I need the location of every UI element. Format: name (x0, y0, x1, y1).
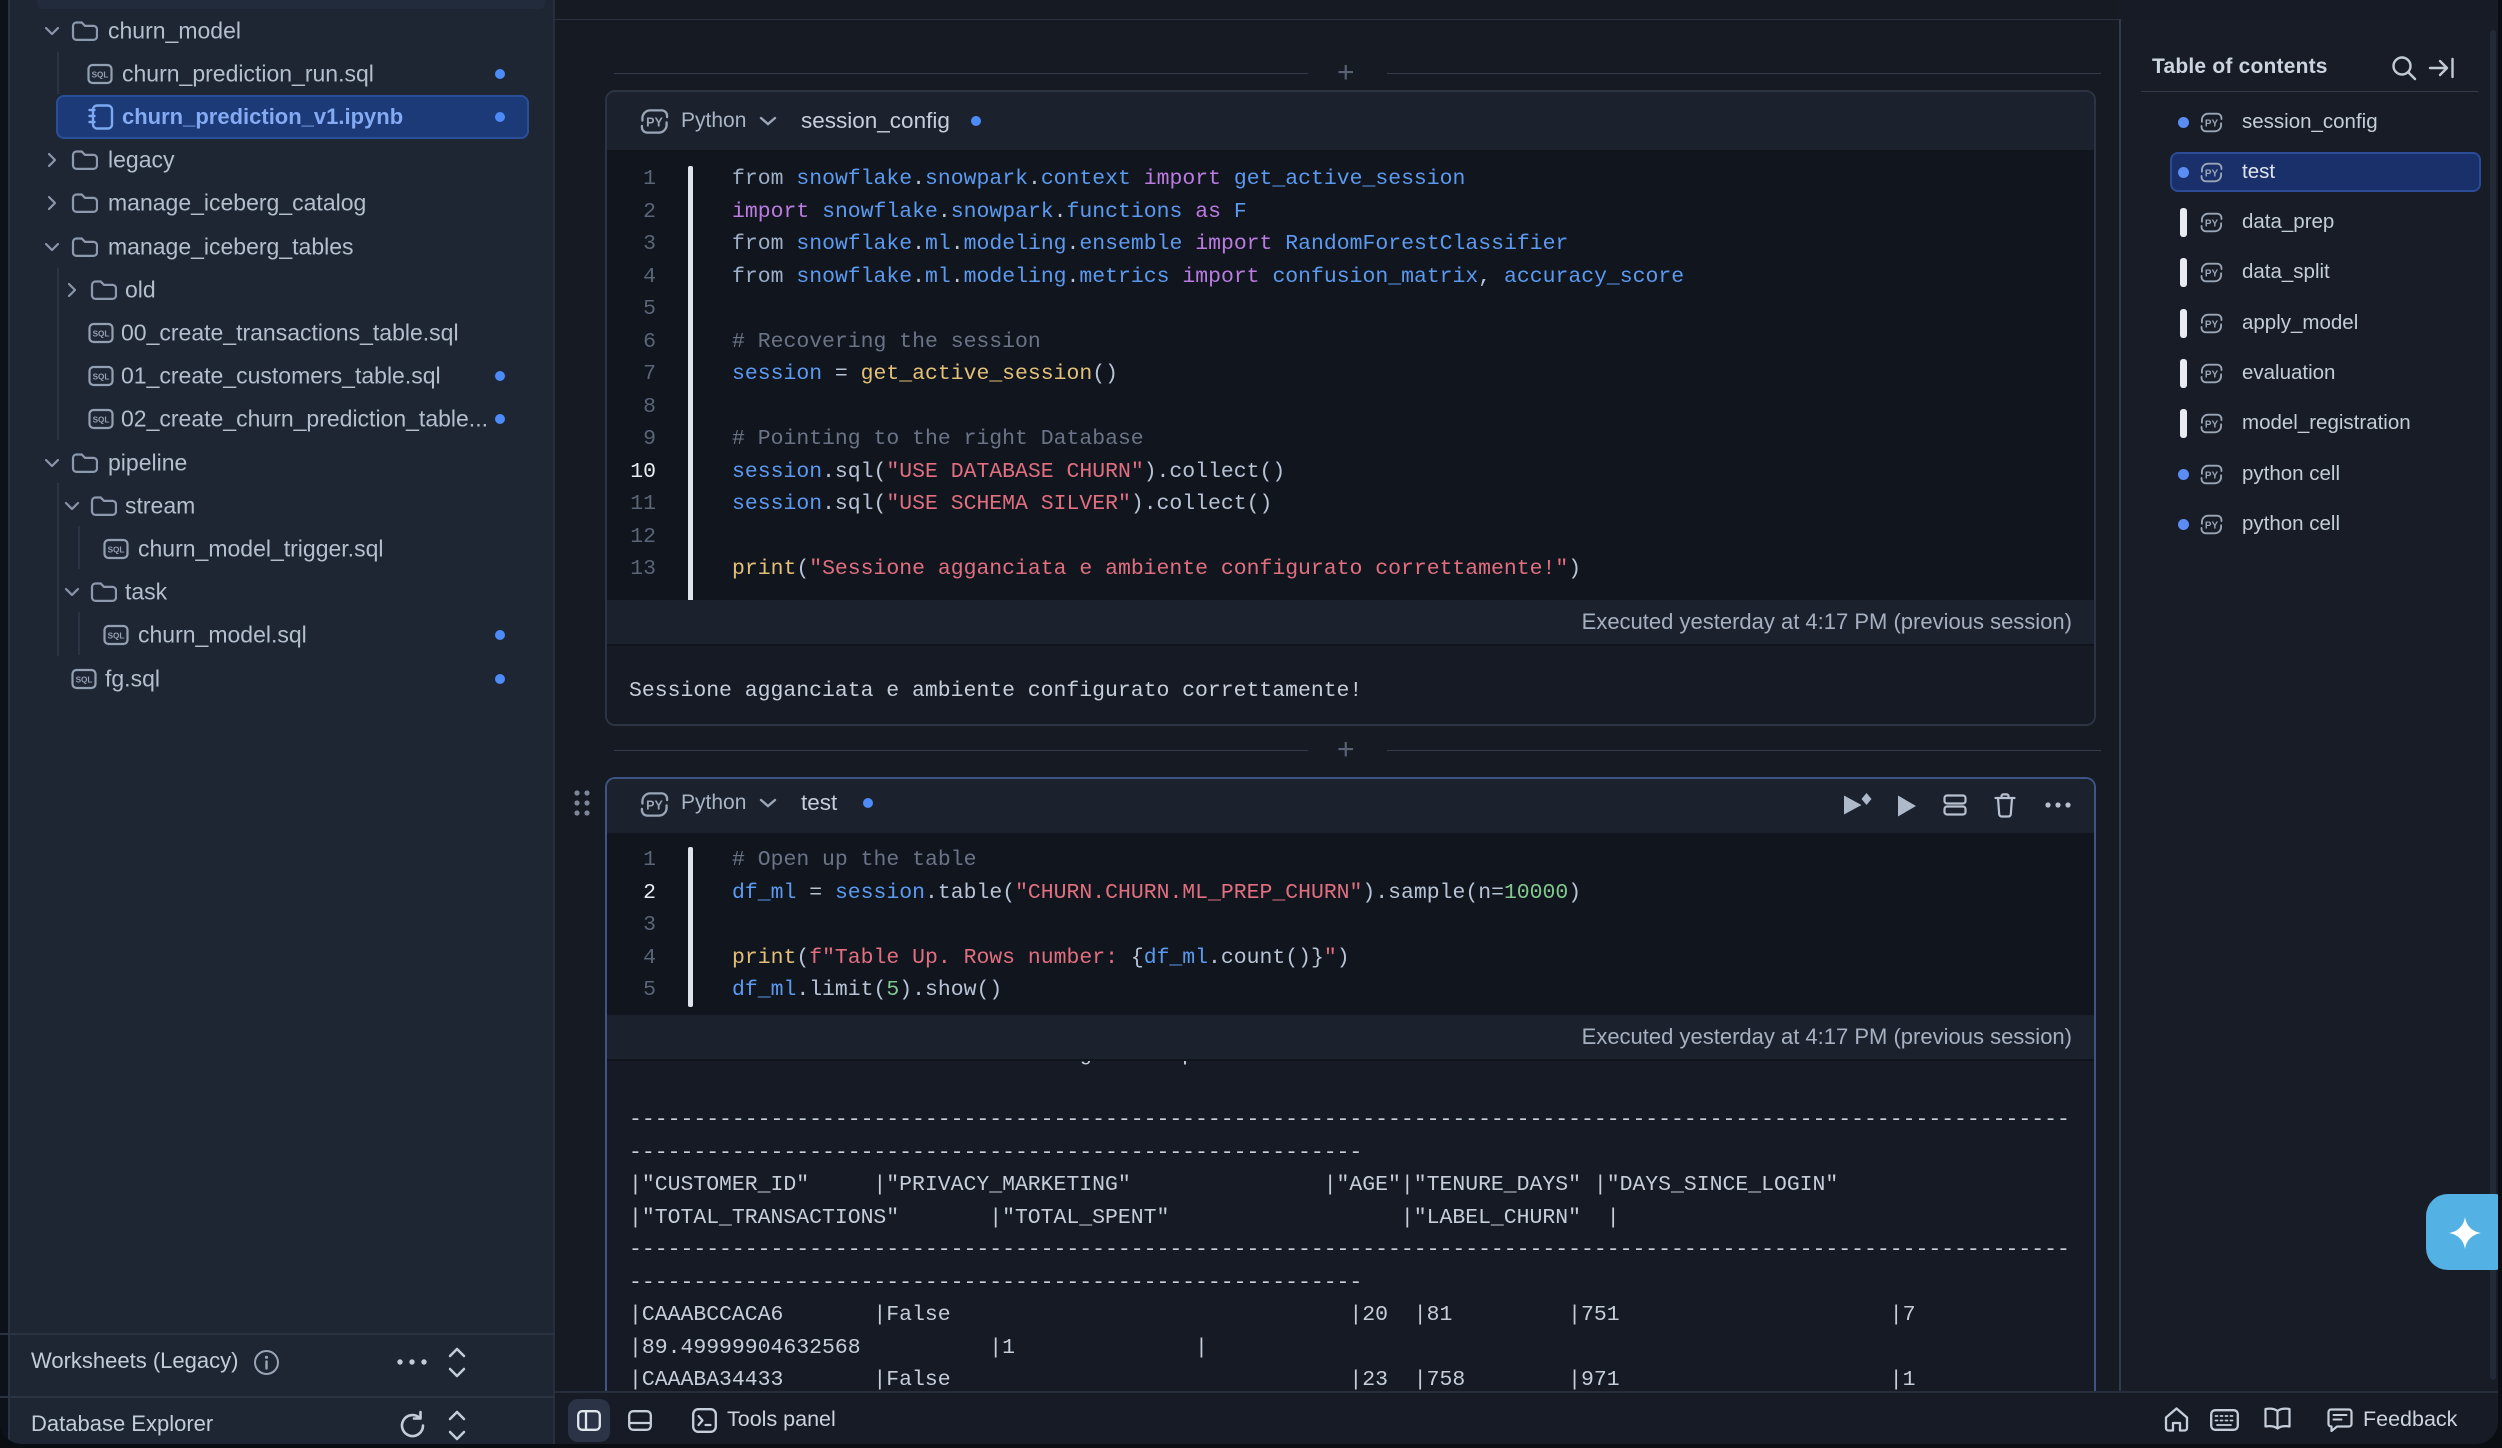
svg-text:PY: PY (2205, 118, 2219, 129)
svg-text:PY: PY (2205, 520, 2219, 531)
svg-text:PY: PY (2205, 369, 2219, 380)
svg-text:SQL: SQL (93, 415, 110, 424)
svg-text:PY: PY (646, 798, 663, 812)
svg-text:PY: PY (2205, 168, 2219, 179)
svg-text:SQL: SQL (93, 329, 110, 338)
svg-text:PY: PY (2205, 319, 2219, 330)
svg-text:SQL: SQL (93, 372, 110, 381)
svg-text:SQL: SQL (76, 675, 93, 684)
svg-text:SQL: SQL (108, 631, 125, 640)
svg-text:SQL: SQL (92, 70, 109, 79)
svg-text:PY: PY (2205, 419, 2219, 430)
svg-text:PY: PY (646, 115, 663, 129)
svg-text:SQL: SQL (108, 545, 125, 554)
svg-text:PY: PY (2205, 268, 2219, 279)
svg-text:PY: PY (2205, 470, 2219, 481)
svg-text:PY: PY (2205, 218, 2219, 229)
